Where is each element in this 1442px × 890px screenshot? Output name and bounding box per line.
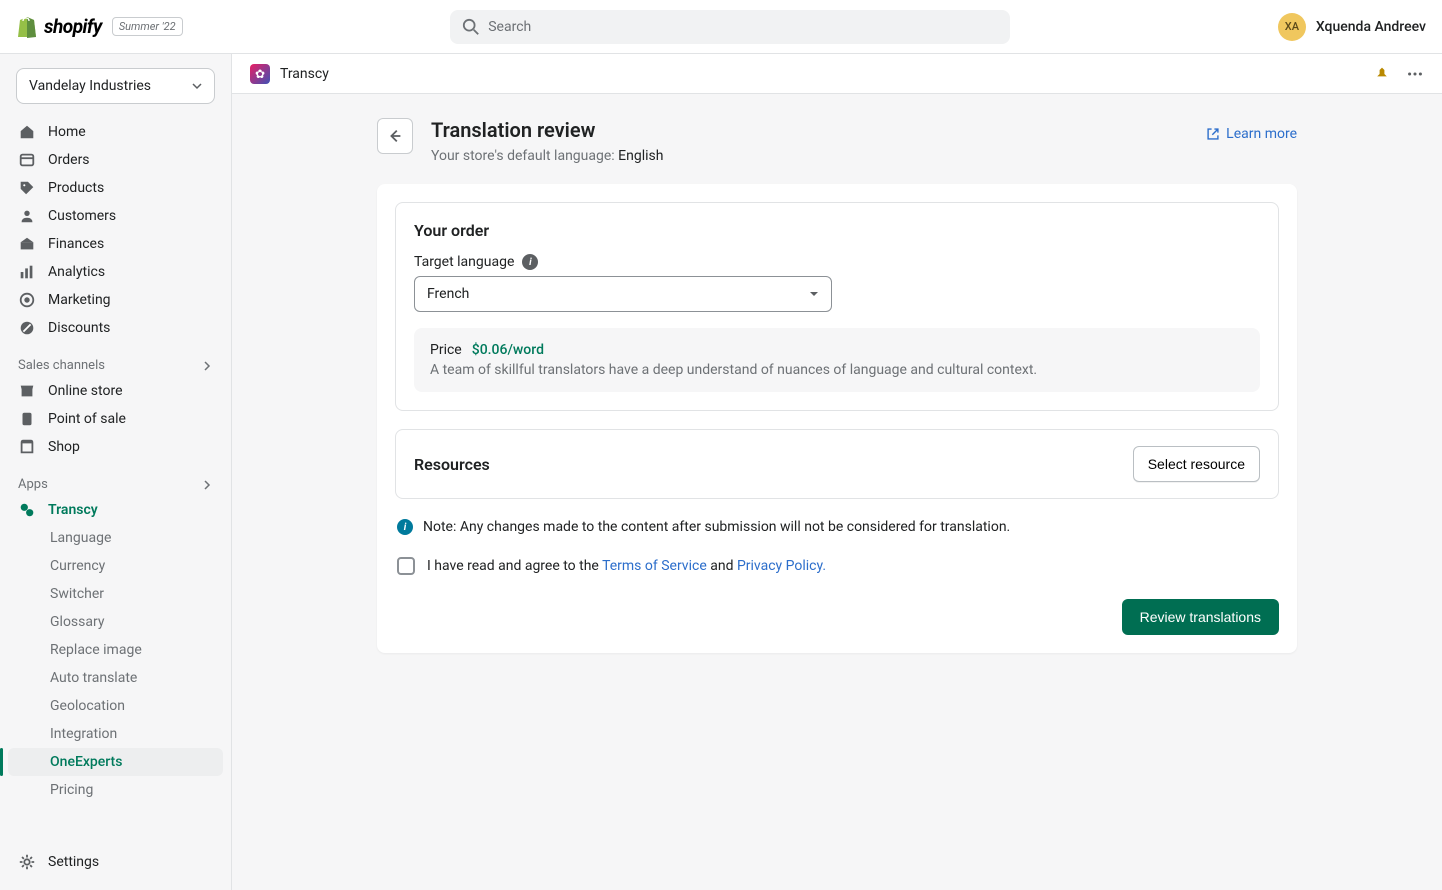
price-box: Price $0.06/word A team of skillful tran…	[414, 328, 1260, 392]
user-name: Xquenda Andreev	[1316, 19, 1426, 35]
sales-channels-header: Sales channels	[8, 350, 223, 377]
pin-icon[interactable]	[1374, 66, 1390, 82]
note-text: Note: Any changes made to the content af…	[423, 519, 1010, 535]
subnav-integration[interactable]: Integration	[8, 720, 223, 748]
home-icon	[18, 123, 36, 141]
subnav-pricing[interactable]: Pricing	[8, 776, 223, 804]
order-card: Your order Target language i French Pric…	[395, 202, 1279, 411]
agree-text: I have read and agree to the Terms of Se…	[427, 558, 826, 574]
target-language-select[interactable]: French	[414, 276, 832, 312]
resources-title: Resources	[414, 455, 490, 474]
target-language-label: Target language i	[414, 254, 1260, 270]
nav-marketing[interactable]: Marketing	[8, 286, 223, 314]
search-input[interactable]: Search	[450, 10, 1010, 44]
nav-shop[interactable]: Shop	[8, 433, 223, 461]
nav-customers[interactable]: Customers	[8, 202, 223, 230]
nav-point-of-sale[interactable]: Point of sale	[8, 405, 223, 433]
orders-icon	[18, 151, 36, 169]
agree-row: I have read and agree to the Terms of Se…	[395, 553, 1279, 579]
note-row: i Note: Any changes made to the content …	[395, 515, 1279, 539]
agree-checkbox[interactable]	[397, 557, 415, 575]
app-icon	[250, 64, 270, 84]
subnav-language[interactable]: Language	[8, 524, 223, 552]
info-icon: i	[397, 519, 413, 535]
privacy-link[interactable]: Privacy Policy.	[737, 558, 826, 574]
nav-products[interactable]: Products	[8, 174, 223, 202]
price-label: Price	[430, 342, 462, 358]
chevron-right-icon[interactable]	[201, 360, 213, 372]
analytics-icon	[18, 263, 36, 281]
gear-icon	[18, 853, 36, 871]
more-icon[interactable]	[1406, 65, 1424, 83]
search-icon	[462, 18, 480, 36]
store-selector[interactable]: Vandelay Industries	[16, 68, 215, 104]
customers-icon	[18, 207, 36, 225]
price-value: $0.06/word	[472, 342, 544, 358]
sidebar: Vandelay Industries Home Orders Products…	[0, 54, 232, 890]
subnav-auto-translate[interactable]: Auto translate	[8, 664, 223, 692]
summer-badge: Summer '22	[112, 17, 183, 36]
nav-analytics[interactable]: Analytics	[8, 258, 223, 286]
pos-icon	[18, 410, 36, 428]
main: Transcy Translation review Your store's …	[232, 54, 1442, 890]
order-card-title: Your order	[414, 221, 1260, 240]
user-menu[interactable]: XA Xquenda Andreev	[1278, 13, 1426, 41]
resources-card: Resources Select resource	[395, 429, 1279, 499]
chevron-right-icon[interactable]	[201, 479, 213, 491]
page-subtitle: Your store's default language: English	[431, 148, 663, 164]
back-button[interactable]	[377, 118, 413, 154]
search-placeholder: Search	[488, 19, 531, 35]
nav-home[interactable]: Home	[8, 118, 223, 146]
nav-settings[interactable]: Settings	[8, 848, 223, 876]
page-title: Translation review	[431, 118, 663, 142]
main-card: Your order Target language i French Pric…	[377, 184, 1297, 653]
products-icon	[18, 179, 36, 197]
price-description: A team of skillful translators have a de…	[430, 362, 1244, 378]
apps-header: Apps	[8, 469, 223, 496]
nav-app-transcy[interactable]: Transcy	[8, 496, 223, 524]
review-translations-button[interactable]: Review translations	[1122, 599, 1279, 635]
caret-down-icon	[809, 289, 819, 299]
topbar: shopify Summer '22 Search XA Xquenda And…	[0, 0, 1442, 54]
marketing-icon	[18, 291, 36, 309]
logo-text: shopify	[44, 15, 102, 38]
app-bar: Transcy	[232, 54, 1442, 94]
nav-finances[interactable]: Finances	[8, 230, 223, 258]
shop-icon	[18, 438, 36, 456]
store-icon	[18, 382, 36, 400]
subnav-switcher[interactable]: Switcher	[8, 580, 223, 608]
tos-link[interactable]: Terms of Service	[602, 558, 707, 574]
caret-down-icon	[192, 81, 202, 91]
nav-online-store[interactable]: Online store	[8, 377, 223, 405]
arrow-left-icon	[386, 127, 404, 145]
select-resource-button[interactable]: Select resource	[1133, 446, 1260, 482]
external-link-icon	[1206, 127, 1220, 141]
subnav-replace-image[interactable]: Replace image	[8, 636, 223, 664]
learn-more-link[interactable]: Learn more	[1206, 126, 1297, 142]
search-wrap: Search	[183, 10, 1278, 44]
logo[interactable]: shopify Summer '22	[16, 15, 183, 39]
app-name: Transcy	[280, 66, 329, 82]
subnav-currency[interactable]: Currency	[8, 552, 223, 580]
subnav-glossary[interactable]: Glossary	[8, 608, 223, 636]
nav-orders[interactable]: Orders	[8, 146, 223, 174]
shopify-logo-icon	[16, 15, 38, 39]
discounts-icon	[18, 319, 36, 337]
avatar: XA	[1278, 13, 1306, 41]
subnav-geolocation[interactable]: Geolocation	[8, 692, 223, 720]
store-name: Vandelay Industries	[29, 78, 151, 94]
info-icon[interactable]: i	[522, 254, 538, 270]
nav-discounts[interactable]: Discounts	[8, 314, 223, 342]
page-header: Translation review Your store's default …	[377, 118, 1297, 164]
transcy-icon	[18, 501, 36, 519]
finances-icon	[18, 235, 36, 253]
subnav-oneexperts[interactable]: OneExperts	[8, 748, 223, 776]
